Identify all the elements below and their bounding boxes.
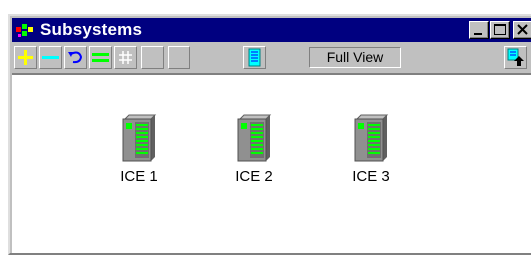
subsystem-label: ICE 2 (235, 168, 273, 185)
plus-icon (18, 50, 33, 65)
title-bar[interactable]: Subsystems (12, 18, 531, 42)
subsystems-window: Subsystems Full View ICE 1 ICE 2 ICE 3 (8, 14, 531, 255)
blank-tool-button[interactable] (141, 46, 164, 69)
minimize-icon (474, 33, 482, 35)
equal-button[interactable] (89, 46, 112, 69)
close-button[interactable] (513, 21, 531, 39)
add-button[interactable] (14, 46, 37, 69)
subsystem-label: ICE 1 (120, 168, 158, 185)
undo-button[interactable] (64, 46, 87, 69)
maximize-button[interactable] (490, 21, 510, 39)
toolbar: Full View (12, 43, 531, 74)
subsystem-node-ice2[interactable]: ICE 2 (219, 113, 289, 185)
undo-icon (68, 51, 83, 64)
server-icon (354, 114, 389, 162)
grid-button[interactable] (114, 46, 137, 69)
subsystem-node-ice1[interactable]: ICE 1 (104, 113, 174, 185)
list-button[interactable] (243, 46, 266, 69)
minimize-button[interactable] (469, 21, 489, 39)
equals-icon (92, 53, 109, 62)
subsystem-node-ice3[interactable]: ICE 3 (336, 113, 406, 185)
export-icon (507, 48, 524, 66)
remove-button[interactable] (39, 46, 62, 69)
subsystems-view: ICE 1 ICE 2 ICE 3 (12, 74, 531, 253)
minus-icon (42, 56, 59, 59)
view-mode-field[interactable]: Full View (309, 47, 401, 68)
close-icon (517, 24, 528, 35)
server-icon (237, 114, 272, 162)
maximize-icon (494, 24, 506, 35)
export-button[interactable] (504, 46, 527, 69)
blank-tool-button-2[interactable] (168, 46, 190, 69)
subsystem-label: ICE 3 (352, 168, 390, 185)
grid-icon (119, 51, 132, 64)
window-title: Subsystems (40, 20, 143, 39)
list-icon (248, 48, 261, 67)
app-icon (16, 24, 33, 37)
server-icon (122, 114, 157, 162)
